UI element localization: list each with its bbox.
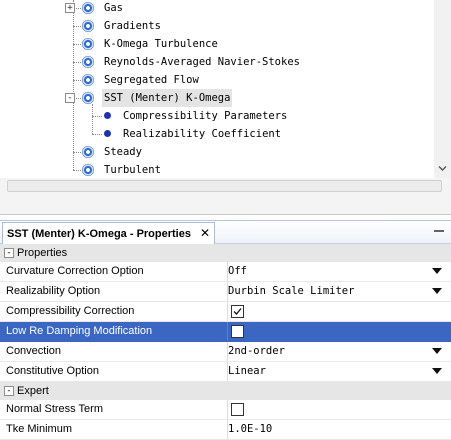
tree-item-label: Realizability Coefficient — [123, 128, 282, 140]
properties-header: SST (Menter) K-Omega - Properties ✕ — [0, 221, 451, 244]
vertical-scrollbar[interactable] — [434, 0, 451, 178]
property-value-checkbox-cell — [227, 302, 451, 321]
close-icon[interactable]: ✕ — [200, 223, 210, 244]
property-value-dropdown[interactable]: Off — [227, 262, 451, 281]
tree-item-label: Gradients — [104, 20, 161, 32]
collapse-toggle-icon[interactable]: - — [65, 93, 75, 103]
tree-item-gradients[interactable]: Gradients — [0, 17, 430, 35]
model-node-icon — [82, 20, 94, 32]
tree-item-realizability-coefficient[interactable]: Realizability Coefficient — [0, 125, 430, 143]
tree-item-steady[interactable]: Steady — [0, 143, 430, 161]
property-value-dropdown[interactable]: 2nd-order — [227, 342, 451, 361]
checkbox-checked-icon[interactable] — [231, 305, 244, 318]
model-node-icon — [82, 146, 94, 158]
tree-item-label: Compressibility Parameters — [123, 110, 288, 122]
section-properties[interactable]: - Properties — [0, 244, 451, 262]
model-node-icon — [82, 2, 94, 14]
property-value-dropdown[interactable]: Durbin Scale Limiter — [227, 282, 451, 301]
simulation-tree-panel: + Gas Gradients K-Omega Turbulence Reyno… — [0, 0, 451, 215]
model-node-icon — [82, 38, 94, 50]
tree-connector-line — [92, 116, 102, 117]
chevron-down-icon[interactable] — [432, 288, 442, 294]
collapse-toggle-icon[interactable]: - — [4, 386, 14, 396]
checkbox-unchecked-icon[interactable] — [231, 403, 244, 416]
parameter-dot-icon — [104, 112, 111, 119]
properties-panel: SST (Menter) K-Omega - Properties ✕ - Pr… — [0, 220, 451, 440]
tree-item-sst-menter-k-omega[interactable]: - SST (Menter) K-Omega — [0, 89, 430, 107]
property-name: Compressibility Correction — [6, 305, 135, 317]
tree-item-label: Gas — [104, 2, 123, 14]
chevron-down-icon[interactable] — [432, 368, 442, 374]
property-row-compressibility-correction[interactable]: Compressibility Correction — [0, 302, 451, 322]
property-value: Durbin Scale Limiter — [228, 285, 355, 297]
property-name: Low Re Damping Modification — [6, 325, 153, 337]
horizontal-scrollbar[interactable] — [7, 180, 442, 192]
property-row-normal-stress-term[interactable]: Normal Stress Term — [0, 400, 451, 420]
property-value-checkbox-cell — [227, 400, 451, 419]
chevron-down-icon[interactable] — [432, 268, 442, 274]
section-title: Expert — [17, 385, 49, 397]
section-title: Properties — [17, 247, 68, 259]
tree-item-label: Reynolds-Averaged Navier-Stokes — [104, 56, 300, 68]
tree-item-turbulent[interactable]: Turbulent — [0, 161, 430, 179]
property-value: Linear — [228, 365, 266, 377]
property-value-checkbox-cell — [227, 322, 451, 341]
tree-item-label: Turbulent — [104, 164, 161, 176]
property-row-curvature-correction-option[interactable]: Curvature Correction Option Off — [0, 262, 451, 282]
property-name: Convection — [6, 345, 62, 357]
property-row-tke-minimum[interactable]: Tke Minimum 1.0E-10 — [0, 420, 451, 440]
parameter-dot-icon — [104, 130, 111, 137]
property-name: Realizability Option — [6, 285, 101, 297]
tab-properties[interactable]: SST (Menter) K-Omega - Properties ✕ — [2, 222, 216, 244]
tree-item-label: Steady — [104, 146, 142, 158]
property-name: Constitutive Option — [6, 365, 99, 377]
tree-item-compressibility-parameters[interactable]: Compressibility Parameters — [0, 107, 430, 125]
property-value-text[interactable]: 1.0E-10 — [227, 420, 451, 439]
section-expert[interactable]: - Expert — [0, 382, 451, 400]
model-node-icon — [82, 164, 94, 176]
collapse-toggle-icon[interactable]: - — [4, 248, 14, 258]
tree-item-label: SST (Menter) K-Omega — [102, 89, 233, 107]
tree-connector-line — [92, 134, 102, 135]
property-value: 1.0E-10 — [228, 423, 273, 435]
tree-item-segregated-flow[interactable]: Segregated Flow — [0, 71, 430, 89]
property-value-dropdown[interactable]: Linear — [227, 362, 451, 381]
model-node-icon — [82, 92, 94, 104]
tree-item-gas[interactable]: + Gas — [0, 0, 430, 17]
model-node-icon — [82, 74, 94, 86]
property-row-convection[interactable]: Convection 2nd-order — [0, 342, 451, 362]
tree-item-reynolds-averaged-navier-stokes[interactable]: Reynolds-Averaged Navier-Stokes — [0, 53, 430, 71]
property-value: 2nd-order — [228, 345, 285, 357]
expand-toggle-icon[interactable]: + — [65, 3, 75, 13]
tree-item-label: Segregated Flow — [104, 74, 199, 86]
property-name: Curvature Correction Option — [6, 265, 144, 277]
properties-tab-title: SST (Menter) K-Omega - Properties — [7, 228, 191, 240]
property-row-realizability-option[interactable]: Realizability Option Durbin Scale Limite… — [0, 282, 451, 302]
checkbox-unchecked-icon[interactable] — [231, 325, 244, 338]
scroll-down-icon[interactable] — [438, 164, 447, 173]
property-name: Normal Stress Term — [6, 403, 103, 415]
property-row-constitutive-option[interactable]: Constitutive Option Linear — [0, 362, 451, 382]
tree-item-k-omega-turbulence[interactable]: K-Omega Turbulence — [0, 35, 430, 53]
chevron-down-icon[interactable] — [432, 348, 442, 354]
property-value: Off — [228, 265, 247, 277]
property-name: Tke Minimum — [6, 423, 73, 435]
tree-item-label: K-Omega Turbulence — [104, 38, 218, 50]
minimize-icon[interactable] — [433, 225, 445, 237]
property-row-low-re-damping-modification[interactable]: Low Re Damping Modification — [0, 322, 451, 342]
model-node-icon — [82, 56, 94, 68]
horizontal-scroll-area — [0, 178, 451, 214]
